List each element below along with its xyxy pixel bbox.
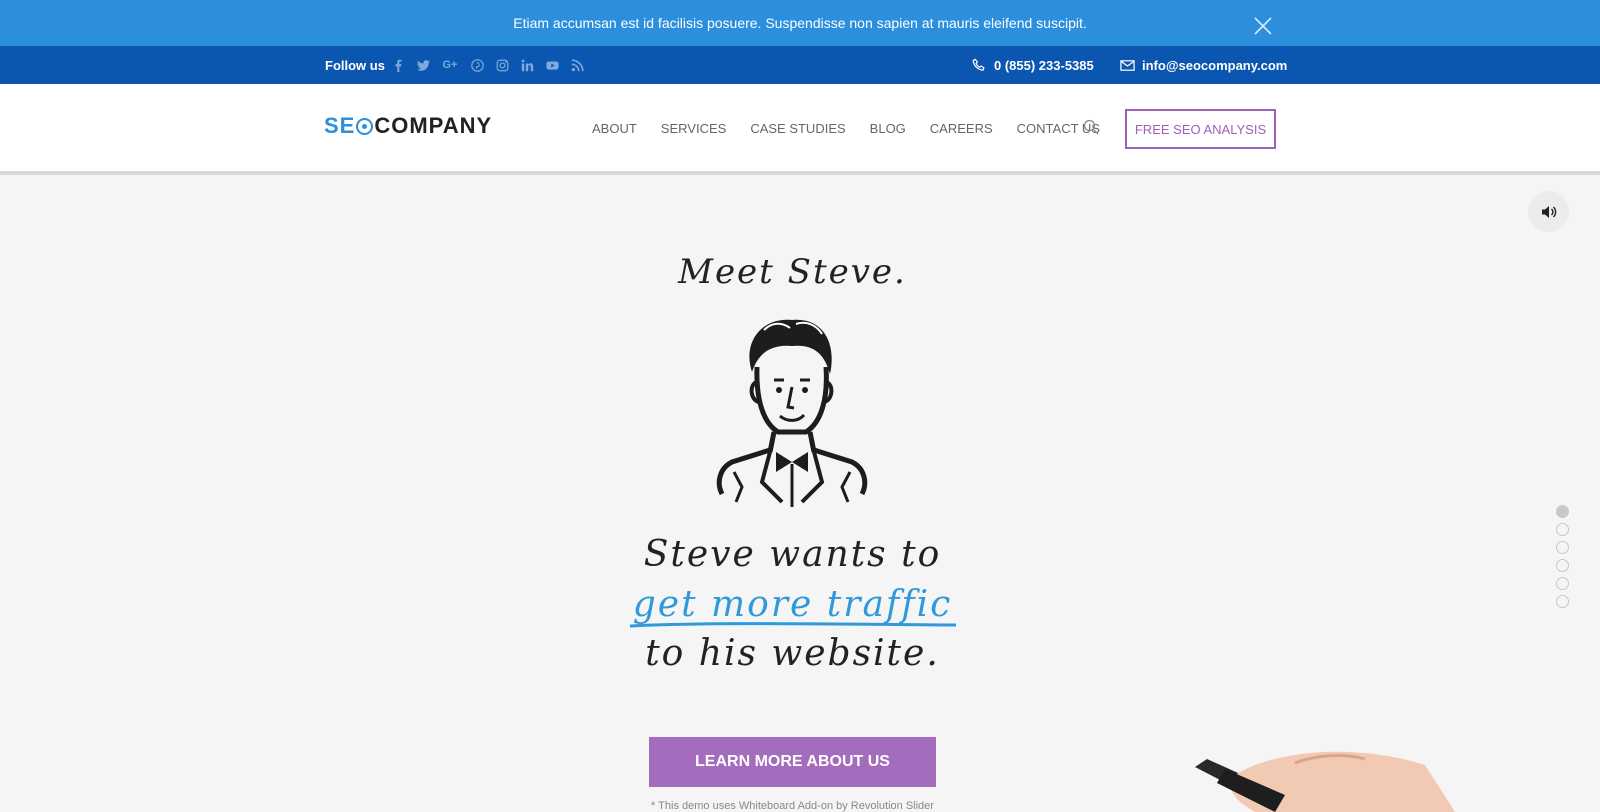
phone-number: 0 (855) 233-5385 bbox=[994, 58, 1094, 73]
hand-marker-illustration bbox=[1195, 751, 1455, 812]
notice-bar: Etiam accumsan est id facilisis posuere.… bbox=[0, 0, 1600, 46]
logo-seo: SE bbox=[324, 113, 374, 139]
nav-services[interactable]: SERVICES bbox=[661, 121, 727, 136]
google-plus-icon[interactable]: G+ bbox=[440, 57, 460, 73]
mail-icon bbox=[1120, 60, 1135, 71]
close-icon[interactable] bbox=[1254, 17, 1272, 35]
hero-line-3: to his website. bbox=[645, 633, 940, 674]
linkedin-icon[interactable] bbox=[519, 57, 535, 73]
top-bar: Follow us G+ 0 (855) 233-5385 info@seoco… bbox=[0, 46, 1600, 84]
social-links: G+ bbox=[390, 57, 585, 73]
hero-line-1: Steve wants to bbox=[643, 534, 942, 575]
pinterest-icon[interactable] bbox=[469, 57, 485, 73]
traffic-underline bbox=[629, 622, 957, 628]
sound-toggle-button[interactable] bbox=[1528, 191, 1569, 232]
steve-illustration bbox=[716, 319, 868, 507]
phone-icon bbox=[972, 58, 985, 71]
email-contact[interactable]: info@seocompany.com bbox=[1120, 58, 1287, 73]
learn-more-button[interactable]: LEARN MORE ABOUT US bbox=[649, 737, 936, 787]
meet-steve-heading: Meet Steve. bbox=[678, 252, 907, 292]
logo-seo-text: SE bbox=[324, 113, 356, 138]
youtube-icon[interactable] bbox=[544, 57, 560, 73]
rss-icon[interactable] bbox=[569, 57, 585, 73]
hero-line-2: get more traffic bbox=[632, 584, 953, 625]
nav-about[interactable]: ABOUT bbox=[592, 121, 637, 136]
nav-careers[interactable]: CAREERS bbox=[930, 121, 993, 136]
follow-label: Follow us bbox=[325, 58, 385, 73]
logo-target-icon bbox=[356, 117, 374, 135]
slide-dot-3[interactable] bbox=[1556, 541, 1569, 554]
slide-dot-2[interactable] bbox=[1556, 523, 1569, 536]
logo-company: COMPANY bbox=[374, 113, 493, 138]
slide-dot-5[interactable] bbox=[1556, 577, 1569, 590]
email-address: info@seocompany.com bbox=[1142, 58, 1288, 73]
phone-contact[interactable]: 0 (855) 233-5385 bbox=[972, 58, 1094, 73]
slide-dot-6[interactable] bbox=[1556, 595, 1569, 608]
free-seo-analysis-button[interactable]: FREE SEO ANALYSIS bbox=[1125, 109, 1276, 149]
search-icon[interactable] bbox=[1083, 119, 1099, 135]
slide-pagination bbox=[1556, 505, 1569, 608]
notice-text: Etiam accumsan est id facilisis posuere.… bbox=[513, 15, 1087, 31]
slide-dot-1[interactable] bbox=[1556, 505, 1569, 518]
main-header: SE COMPANY ABOUT SERVICES CASE STUDIES B… bbox=[0, 84, 1600, 175]
slide-dot-4[interactable] bbox=[1556, 559, 1569, 572]
logo[interactable]: SE COMPANY bbox=[324, 113, 492, 139]
main-nav: ABOUT SERVICES CASE STUDIES BLOG CAREERS… bbox=[592, 121, 1100, 136]
twitter-icon[interactable] bbox=[415, 57, 431, 73]
instagram-icon[interactable] bbox=[494, 57, 510, 73]
facebook-icon[interactable] bbox=[390, 57, 406, 73]
nav-blog[interactable]: BLOG bbox=[870, 121, 906, 136]
nav-case-studies[interactable]: CASE STUDIES bbox=[750, 121, 845, 136]
speaker-icon bbox=[1541, 205, 1556, 218]
